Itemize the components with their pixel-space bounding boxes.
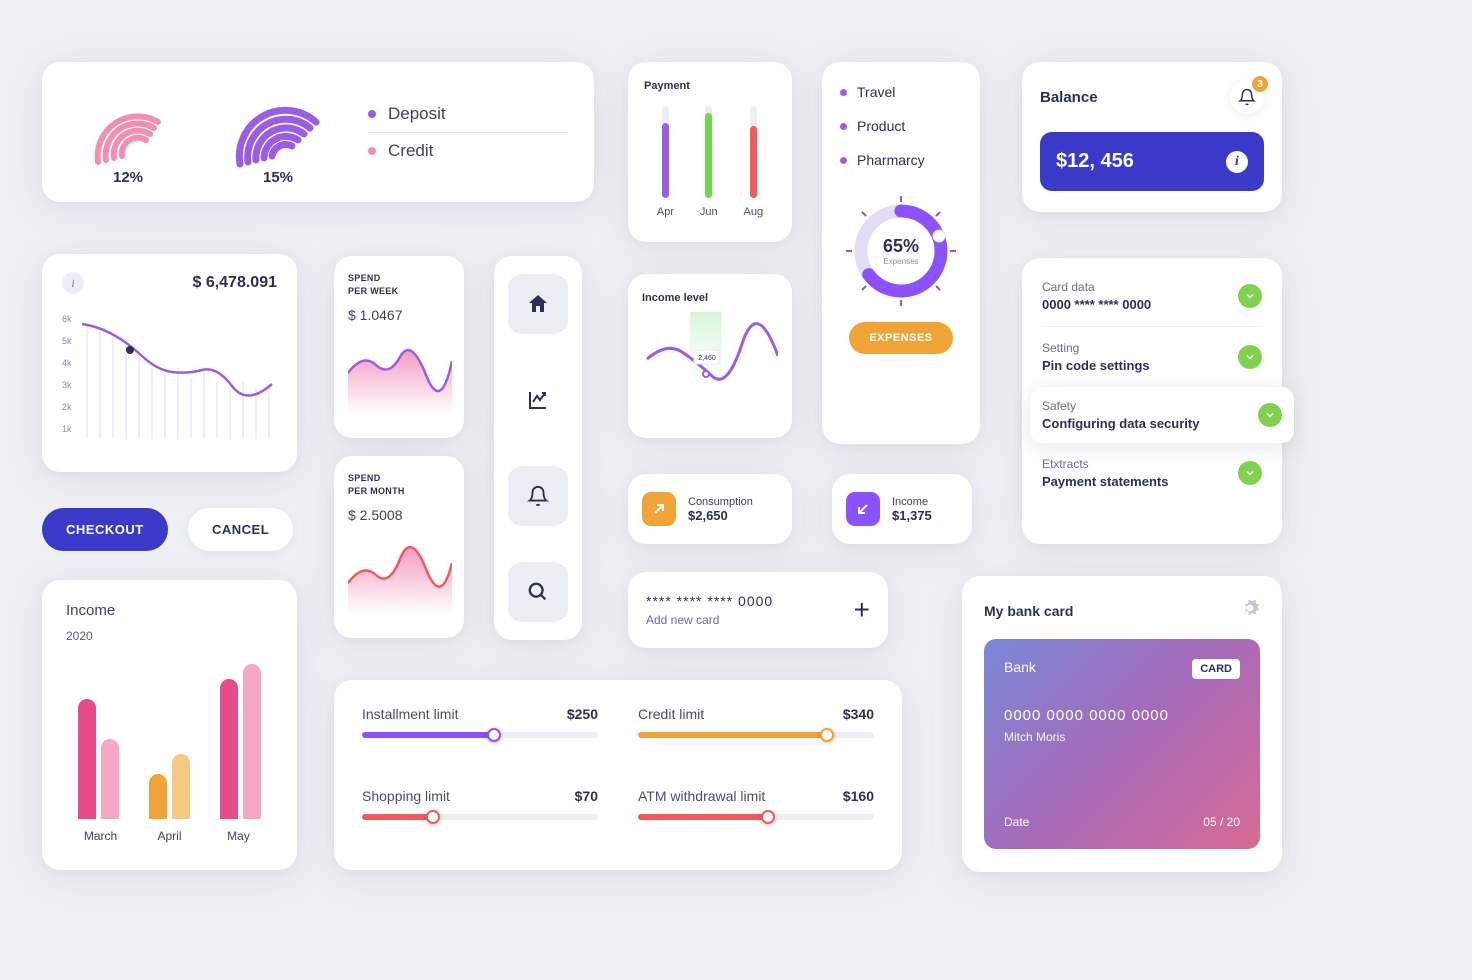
expenses-button[interactable]: EXPENSES — [849, 322, 952, 354]
deposit-arc: 12% — [68, 82, 188, 182]
credit-card[interactable]: BankCARD 0000 0000 0000 0000 Mitch Moris… — [984, 639, 1260, 849]
spend-week-label: SPENDPER WEEK — [348, 272, 450, 297]
nav-chart[interactable] — [508, 370, 568, 430]
payment-card: Payment Apr Jun Aug — [628, 62, 792, 242]
nav-home[interactable] — [508, 274, 568, 334]
notification-badge: 3 — [1252, 76, 1268, 92]
income-bar-chart: Income 2020 MarchAprilMay — [42, 580, 297, 870]
expenses-donut: 65%Expenses — [846, 196, 956, 306]
income-level-title: Income level — [642, 292, 778, 304]
category-travel[interactable]: Travel — [840, 84, 962, 100]
spend-per-week-card: SPENDPER WEEK $ 1.0467 — [334, 256, 464, 438]
notification-bell[interactable]: 3 — [1230, 80, 1264, 114]
chevron-down-icon — [1238, 345, 1262, 369]
credit-arc: 15% — [218, 82, 338, 182]
plus-icon: + — [854, 594, 870, 626]
installment-slider[interactable] — [362, 732, 598, 738]
shopping-limit: Shopping limit$70 — [362, 788, 598, 844]
settings-pin[interactable]: SettingPin code settings — [1042, 341, 1262, 373]
bank-card-panel: My bank card BankCARD 0000 0000 0000 000… — [962, 576, 1282, 872]
income-year: 2020 — [66, 629, 273, 643]
legend-deposit: Deposit — [368, 96, 568, 132]
spend-per-month-card: SPENDPER MONTH $ 2.5008 — [334, 456, 464, 638]
atm-limit: ATM withdrawal limit$160 — [638, 788, 874, 844]
categories-card: Travel Product Pharmarcy 65%Expenses EXP… — [822, 62, 980, 444]
atm-slider[interactable] — [638, 814, 874, 820]
settings-list: Card data0000 **** **** 0000 SettingPin … — [1022, 258, 1282, 544]
limits-card: Installment limit$250 Credit limit$340 S… — [334, 680, 902, 870]
add-card-button[interactable]: **** **** **** 0000Add new card + — [628, 572, 888, 648]
installment-limit: Installment limit$250 — [362, 706, 598, 762]
income-tooltip: 2,460 — [698, 355, 716, 362]
area-chart-value: $ 6,478.091 — [192, 274, 277, 292]
shopping-slider[interactable] — [362, 814, 598, 820]
arrow-down-left-icon — [846, 492, 880, 526]
svg-text:4k: 4k — [62, 358, 72, 368]
nav-rail — [494, 256, 582, 640]
svg-text:6k: 6k — [62, 314, 72, 324]
svg-text:5k: 5k — [62, 336, 72, 346]
chevron-down-icon — [1238, 461, 1262, 485]
payment-bars: Apr Jun Aug — [644, 106, 776, 218]
info-icon[interactable]: i — [62, 272, 84, 294]
deposit-credit-banner: 12% 15% Deposit Credit — [42, 62, 594, 202]
svg-text:3k: 3k — [62, 380, 72, 390]
settings-extracts[interactable]: EtxtractsPayment statements — [1042, 457, 1262, 489]
area-chart-card: i $ 6,478.091 6k 5k 4k 3k 2k 1k — [42, 254, 297, 472]
balance-card: Balance 3 $12, 456 i — [1022, 62, 1282, 212]
info-icon[interactable]: i — [1226, 151, 1248, 173]
credit-slider[interactable] — [638, 732, 874, 738]
settings-card-data[interactable]: Card data0000 **** **** 0000 — [1042, 280, 1262, 312]
svg-text:1k: 1k — [62, 424, 72, 434]
spend-week-value: $ 1.0467 — [348, 307, 450, 323]
nav-search[interactable] — [508, 562, 568, 622]
chevron-down-icon — [1238, 284, 1262, 308]
category-pharmacy[interactable]: Pharmarcy — [840, 152, 962, 168]
legend-credit: Credit — [368, 133, 568, 169]
arrow-up-right-icon — [642, 492, 676, 526]
balance-amount: $12, 456 i — [1040, 132, 1264, 191]
income-stat[interactable]: Income$1,375 — [832, 474, 972, 544]
banner-legend: Deposit Credit — [368, 96, 568, 169]
settings-safety[interactable]: SafetyConfiguring data security — [1030, 387, 1294, 443]
category-product[interactable]: Product — [840, 118, 962, 134]
credit-arc-value: 15% — [218, 169, 338, 186]
balance-title: Balance — [1040, 89, 1098, 106]
income-title: Income — [66, 602, 273, 619]
deposit-arc-value: 12% — [68, 169, 188, 186]
income-level-card: Income level 2,460 — [628, 274, 792, 438]
chevron-down-icon — [1258, 403, 1282, 427]
nav-bell[interactable] — [508, 466, 568, 526]
spend-month-label: SPENDPER MONTH — [348, 472, 450, 497]
consumption-stat[interactable]: Consumption$2,650 — [628, 474, 792, 544]
gear-icon[interactable] — [1240, 598, 1260, 623]
credit-limit: Credit limit$340 — [638, 706, 874, 762]
checkout-button[interactable]: CHECKOUT — [42, 508, 168, 551]
payment-title: Payment — [644, 80, 776, 92]
cancel-button[interactable]: CANCEL — [188, 508, 293, 551]
svg-text:2k: 2k — [62, 402, 72, 412]
spend-month-value: $ 2.5008 — [348, 507, 450, 523]
